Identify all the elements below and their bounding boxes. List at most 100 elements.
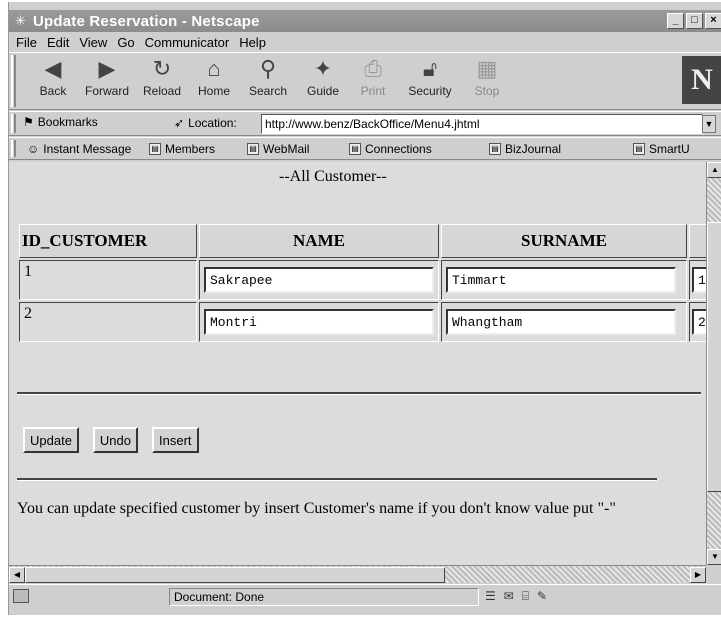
cell-extra: 2 [689, 302, 706, 342]
column-header-name: NAME [199, 224, 439, 258]
maximize-button[interactable]: □ [686, 13, 703, 29]
print-label: Print [360, 84, 386, 98]
close-button[interactable]: × [705, 13, 721, 29]
name-input[interactable]: Montri [204, 309, 434, 335]
insert-button[interactable]: Insert [152, 427, 199, 453]
location-label: ➶ Location: [174, 116, 237, 130]
stop-icon: ▦ [476, 56, 498, 81]
scroll-right-icon[interactable]: ▶ [690, 567, 706, 583]
scroll-up-icon[interactable]: ▲ [707, 162, 721, 178]
vertical-scrollbar[interactable]: ▲ ▼ [706, 162, 721, 565]
home-label: Home [197, 84, 230, 98]
security-button[interactable]: 🔓︎ Security [401, 56, 459, 106]
toolbar-grip[interactable] [11, 140, 16, 157]
bizjournal-label: BizJournal [505, 142, 562, 156]
cell-id: 2 [19, 302, 197, 342]
guide-button[interactable]: ✦ Guide [301, 56, 345, 106]
reload-icon: ↻ [152, 56, 172, 81]
security-label: Security [408, 84, 452, 98]
security-status-icon[interactable] [13, 589, 29, 603]
name-input[interactable]: Sakrapee [204, 267, 434, 293]
status-bar: Document: Done ☰ ✉ ⌸ ✎ [9, 584, 721, 608]
menu-file[interactable]: File [16, 35, 37, 50]
bookmark-page-icon: ▤ [489, 143, 501, 155]
vertical-scroll-thumb[interactable] [707, 222, 721, 492]
netscape-app-icon: ✳ [15, 13, 26, 28]
toolbar-grip[interactable] [11, 55, 16, 107]
members-link[interactable]: ▤ Members [149, 142, 215, 156]
cell-surname: Whangtham [441, 302, 687, 342]
stop-label: Stop [474, 84, 500, 98]
forward-arrow-icon: ▶ [98, 56, 116, 81]
update-button[interactable]: Update [23, 427, 79, 453]
browser-window: ✳ Update Reservation - Netscape _ □ × Fi… [8, 2, 721, 615]
section-divider [17, 478, 657, 481]
undo-button[interactable]: Undo [92, 427, 138, 453]
members-label: Members [165, 142, 216, 156]
component-bar: ☰ ✉ ⌸ ✎ [485, 589, 547, 604]
navigator-icon[interactable]: ☰ [485, 589, 496, 604]
horizontal-scrollbar[interactable]: ◀ ▶ [9, 565, 706, 583]
column-header-id: ID_CUSTOMER [19, 224, 197, 258]
back-button[interactable]: ◀ Back [31, 56, 75, 106]
reload-label: Reload [142, 84, 182, 98]
surname-input[interactable]: Whangtham [446, 309, 676, 335]
extra-input[interactable]: 2 [692, 309, 706, 335]
cell-extra: 1 [689, 260, 706, 300]
webmail-link[interactable]: ▤ WebMail [247, 142, 309, 156]
extra-input[interactable]: 1 [692, 267, 706, 293]
menu-edit[interactable]: Edit [47, 35, 69, 50]
back-label: Back [39, 84, 67, 98]
print-icon: ⎙ [364, 56, 382, 81]
search-button[interactable]: ⚲ Search [241, 56, 295, 106]
scroll-left-icon[interactable]: ◀ [9, 567, 25, 583]
stop-button[interactable]: ▦ Stop [467, 56, 507, 106]
help-text: You can update specified customer by ins… [17, 500, 616, 517]
mail-icon[interactable]: ✉ [504, 589, 514, 604]
forward-button[interactable]: ▶ Forward [79, 56, 135, 106]
home-button[interactable]: ⌂ Home [191, 56, 237, 106]
customer-table: ID_CUSTOMER NAME SURNAME 1 Sakrapee Timm… [17, 222, 706, 344]
url-field[interactable]: http://www.benz/BackOffice/Menu4.jhtml [261, 114, 703, 134]
back-arrow-icon: ◀ [44, 56, 62, 81]
search-icon: ⚲ [259, 56, 277, 81]
navigation-toolbar: ◀ Back ▶ Forward ↻ Reload ⌂ Home ⚲ Searc… [9, 52, 721, 110]
menu-communicator[interactable]: Communicator [145, 35, 230, 50]
menu-view[interactable]: View [79, 35, 107, 50]
connections-link[interactable]: ▤ Connections [349, 142, 432, 156]
cell-name: Montri [199, 302, 439, 342]
table-row: 1 Sakrapee Timmart 1 [19, 260, 706, 300]
reload-button[interactable]: ↻ Reload [137, 56, 187, 106]
toolbar-grip[interactable] [11, 114, 16, 133]
cell-surname: Timmart [441, 260, 687, 300]
home-icon: ⌂ [207, 56, 221, 81]
netscape-logo: N [682, 56, 721, 104]
search-label: Search [248, 84, 288, 98]
composer-icon[interactable]: ✎ [537, 589, 547, 604]
column-header-extra [689, 224, 706, 258]
bookmarks-button[interactable]: ⚑ Bookmarks [23, 115, 98, 129]
discussion-icon[interactable]: ⌸ [522, 589, 529, 604]
smartu-link[interactable]: ▤ SmartU [633, 142, 690, 156]
bizjournal-link[interactable]: ▤ BizJournal [489, 142, 561, 156]
menu-help[interactable]: Help [239, 35, 266, 50]
minimize-button[interactable]: _ [667, 13, 684, 29]
scroll-down-icon[interactable]: ▼ [707, 549, 721, 565]
instant-message-link[interactable]: ☺ Instant Message [27, 142, 131, 156]
window-controls: _ □ × [665, 13, 721, 29]
menu-go[interactable]: Go [117, 35, 134, 50]
action-buttons: Update Undo Insert [23, 427, 213, 453]
horizontal-scroll-thumb[interactable] [25, 567, 445, 583]
location-toolbar: ⚑ Bookmarks ➶ Location: http://www.benz/… [9, 111, 721, 136]
location-icon: ➶ [174, 116, 185, 130]
chevron-down-icon[interactable]: ▼ [702, 115, 716, 133]
print-button[interactable]: ⎙ Print [353, 56, 393, 106]
bookmarks-icon: ⚑ [23, 115, 34, 129]
cell-name: Sakrapee [199, 260, 439, 300]
surname-input[interactable]: Timmart [446, 267, 676, 293]
table-row: 2 Montri Whangtham 2 [19, 302, 706, 342]
page-content: --All Customer-- ID_CUSTOMER NAME SURNAM… [9, 162, 706, 565]
instant-message-icon: ☺ [27, 142, 40, 156]
webmail-label: WebMail [263, 142, 310, 156]
instant-message-label: Instant Message [43, 142, 132, 156]
